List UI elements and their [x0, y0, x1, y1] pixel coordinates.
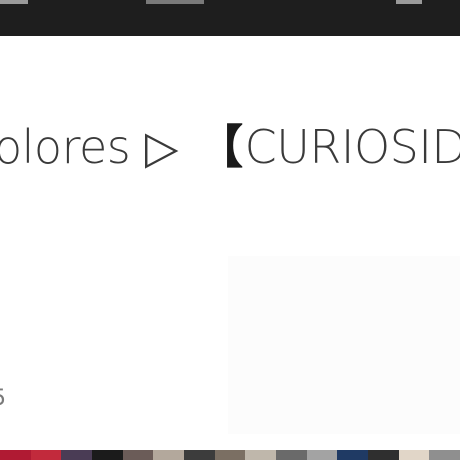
side-count: 5: [0, 388, 6, 410]
strip-swatch: [153, 450, 185, 460]
top-bar-glint: [146, 0, 204, 4]
content-area: [0, 36, 460, 450]
top-bar: [0, 0, 460, 36]
title-fragment-start: olores: [0, 120, 131, 174]
strip-swatch: [214, 450, 246, 460]
strip-swatch: [245, 450, 277, 460]
strip-swatch: [429, 450, 460, 460]
faded-text: [0, 262, 460, 298]
strip-swatch: [368, 450, 399, 460]
strip-swatch: [122, 450, 154, 460]
strip-swatch: [92, 450, 123, 460]
top-bar-glint: [396, 0, 422, 4]
bottom-image-strip: [0, 450, 460, 460]
strip-swatch: [0, 450, 31, 460]
triangle-right-icon: ▷: [145, 120, 179, 174]
title-bracket: 【: [197, 120, 243, 174]
strip-swatch: [276, 450, 307, 460]
page-title[interactable]: olores ▷ 【CURIOSID: [0, 124, 460, 170]
strip-swatch: [61, 450, 93, 460]
strip-swatch: [184, 450, 215, 460]
strip-swatch: [30, 450, 62, 460]
strip-swatch: [306, 450, 338, 460]
top-bar-glint: [0, 0, 28, 4]
strip-swatch: [398, 450, 430, 460]
title-fragment-end: CURIOSID: [244, 120, 460, 174]
strip-swatch: [337, 450, 369, 460]
